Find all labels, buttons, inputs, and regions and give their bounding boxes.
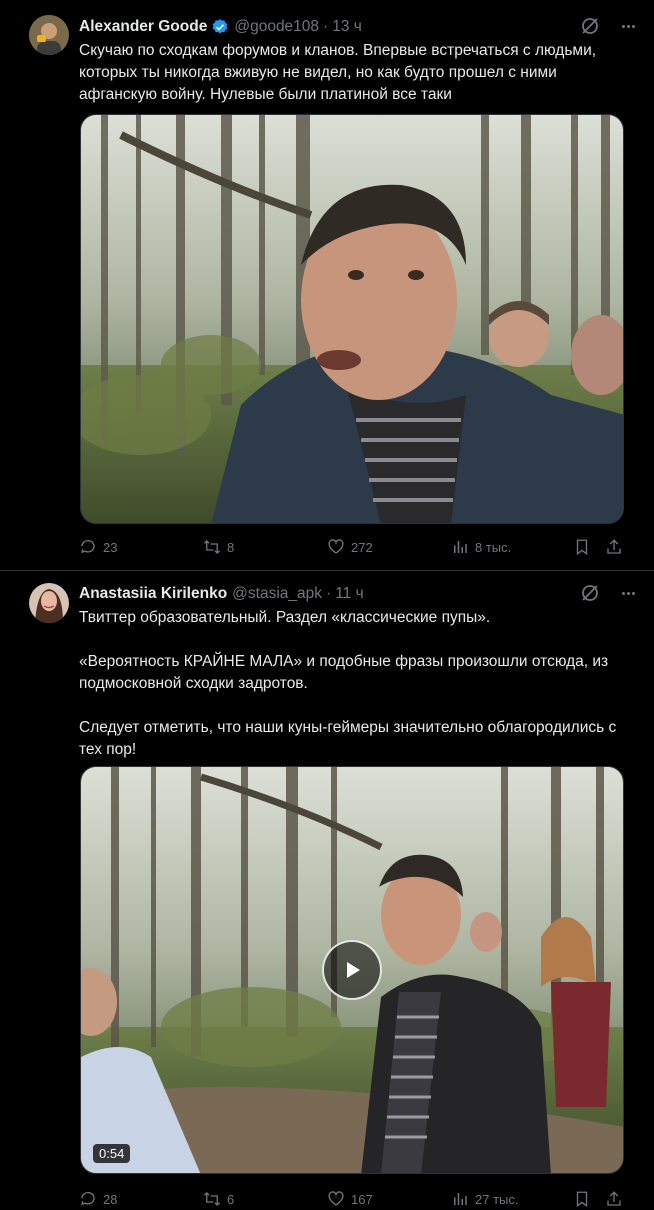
tweet-text: Твиттер образовательный. Раздел «классич…: [79, 609, 617, 758]
views-button[interactable]: 8 тыс.: [451, 536, 511, 558]
reply-icon: [81, 1191, 95, 1205]
repost-count: 6: [227, 1191, 235, 1207]
share-button[interactable]: [605, 536, 623, 558]
reply-button[interactable]: 23: [79, 536, 117, 558]
tweet-header: Alexander Goode @goode108 · 13 ч: [79, 16, 362, 38]
bookmark-button[interactable]: [573, 1188, 591, 1210]
reply-count: 28: [103, 1191, 118, 1207]
avatar[interactable]: [29, 583, 69, 623]
play-icon: [347, 962, 360, 978]
tweet-1[interactable]: Alexander Goode @goode108 · 13 ч Скучаю …: [0, 0, 654, 570]
tweet-image[interactable]: [80, 114, 624, 524]
views-icon: [454, 1193, 467, 1205]
like-count: 167: [351, 1191, 373, 1207]
repost-button[interactable]: 8: [203, 536, 234, 558]
views-count: 8 тыс.: [475, 539, 512, 555]
separator-dot: ·: [326, 585, 332, 602]
tweet-text: Скучаю по сходкам форумов и кланов. Впер…: [79, 42, 597, 103]
grok-icon[interactable]: [580, 583, 600, 603]
tweet-actions: 28 6 167 27 тыс.: [79, 1188, 634, 1210]
bookmark-icon: [576, 539, 588, 556]
reply-button[interactable]: 28: [79, 1188, 117, 1210]
like-button[interactable]: 167: [327, 1188, 373, 1210]
heart-icon: [328, 1191, 344, 1206]
avatar[interactable]: [29, 15, 69, 55]
heart-icon: [328, 539, 344, 554]
play-button[interactable]: [322, 940, 382, 1000]
more-options-icon[interactable]: [618, 583, 638, 603]
bookmark-button[interactable]: [573, 536, 591, 558]
repost-button[interactable]: 6: [203, 1188, 234, 1210]
timestamp[interactable]: 13 ч: [332, 18, 362, 36]
reply-count: 23: [103, 539, 118, 555]
separator-dot: ·: [323, 18, 329, 35]
repost-count: 8: [227, 539, 235, 555]
repost-icon: [204, 1192, 220, 1206]
tweet-header: Anastasiia Kirilenko @stasia_apk · 11 ч: [79, 583, 364, 605]
tweet-actions: 23 8 272 8 тыс.: [79, 536, 634, 558]
author-name[interactable]: Alexander Goode: [79, 18, 207, 36]
views-icon: [454, 541, 467, 553]
more-options-icon[interactable]: [618, 16, 638, 36]
timestamp[interactable]: 11 ч: [335, 585, 363, 603]
tweet-2[interactable]: Anastasiia Kirilenko @stasia_apk · 11 ч …: [0, 571, 654, 1208]
author-name[interactable]: Anastasiia Kirilenko: [79, 585, 227, 603]
verified-badge-icon: [211, 18, 229, 36]
share-icon: [607, 1191, 621, 1206]
video-duration: 0:54: [93, 1144, 131, 1163]
tweet-video[interactable]: 0:54: [80, 766, 624, 1174]
author-handle[interactable]: @goode108: [234, 18, 319, 36]
bookmark-icon: [576, 1191, 588, 1208]
like-button[interactable]: 272: [327, 536, 373, 558]
grok-icon[interactable]: [580, 16, 600, 36]
share-button[interactable]: [605, 1188, 623, 1210]
views-count: 27 тыс.: [475, 1191, 519, 1207]
author-handle[interactable]: @stasia_apk: [232, 585, 322, 603]
share-icon: [607, 539, 621, 554]
like-count: 272: [351, 539, 373, 555]
reply-icon: [81, 539, 95, 553]
views-button[interactable]: 27 тыс.: [451, 1188, 518, 1210]
repost-icon: [204, 540, 220, 554]
